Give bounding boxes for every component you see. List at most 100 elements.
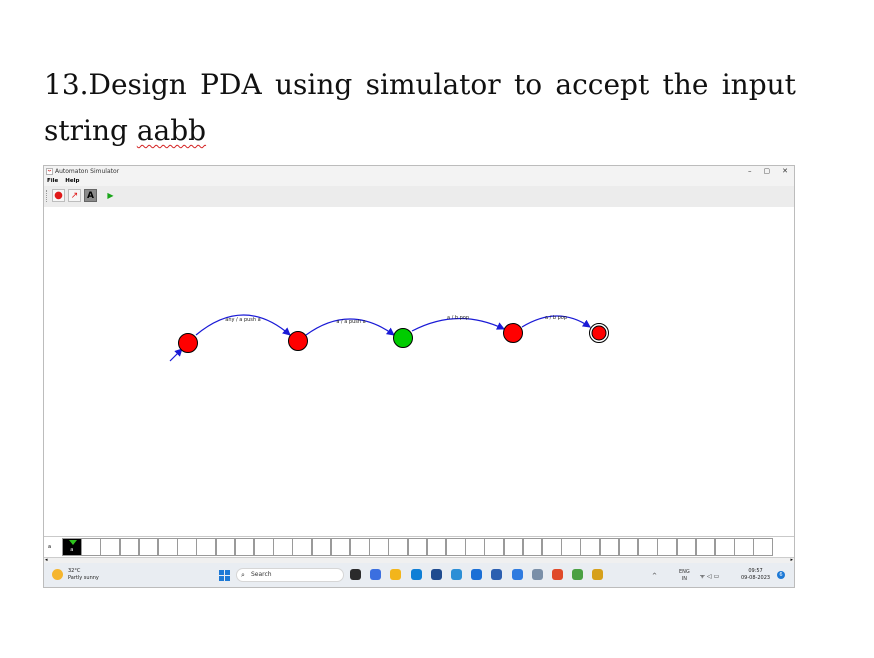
weather-icon[interactable] (52, 569, 63, 580)
state-tool-button[interactable]: ● (52, 189, 65, 202)
tape-cell[interactable] (734, 538, 754, 556)
text-tool-button[interactable]: A (84, 189, 97, 202)
tape-cell[interactable] (446, 538, 466, 556)
menu-file[interactable]: File (47, 178, 58, 184)
taskbar-app-icon[interactable] (491, 569, 503, 580)
taskbar-app-icon[interactable] (370, 569, 382, 580)
pinned-apps (350, 569, 604, 580)
tape-cell[interactable] (542, 538, 562, 556)
tape-cell[interactable] (388, 538, 409, 556)
tape-cell[interactable] (638, 538, 658, 556)
search-placeholder: Search (251, 571, 272, 578)
taskbar-app-icon[interactable] (350, 569, 361, 580)
taskbar-app-icon[interactable] (471, 569, 483, 580)
heading-line-1: 13.Design PDA using simulator to accept … (44, 62, 796, 108)
tape-cell[interactable] (292, 538, 313, 556)
tape-cell[interactable] (618, 538, 639, 556)
tape-cell[interactable] (138, 538, 159, 556)
tape-cell[interactable] (254, 538, 274, 556)
system-tray: ^ ENG IN ᯤ ◁ ▭ (652, 569, 719, 583)
tape-cell[interactable] (503, 538, 524, 556)
tape-cell[interactable] (465, 538, 485, 556)
minimize-button[interactable]: – (748, 166, 752, 177)
transition-tool-button[interactable]: ↗ (68, 189, 81, 202)
tape-cell[interactable] (753, 538, 773, 556)
heading-line-2: string aabb (44, 108, 796, 154)
clock-date: 09-08-2023 (741, 575, 771, 581)
transition-label-2[interactable]: a / b pop (447, 315, 469, 321)
tape-cell[interactable] (196, 538, 217, 556)
state-tool-icon: ● (54, 190, 63, 201)
input-tape: a a (44, 536, 794, 558)
start-button[interactable] (219, 570, 230, 581)
taskbar-app-icon[interactable] (390, 569, 402, 580)
tape-cell[interactable] (484, 538, 505, 556)
run-button[interactable]: ▶ (104, 189, 117, 202)
spellcheck-word: aabb (136, 114, 207, 147)
taskbar-app-icon[interactable] (531, 569, 543, 580)
network-volume-battery-icons[interactable]: ᯤ ◁ ▭ (700, 573, 720, 580)
tape-cell[interactable] (330, 538, 351, 556)
tape-cell[interactable] (561, 538, 581, 556)
transition-label-3[interactable]: a / b pop (545, 315, 567, 321)
heading-word: input (721, 68, 796, 101)
clock[interactable]: 09:57 09-08-2023 (741, 568, 770, 582)
tape-cell[interactable] (273, 538, 293, 556)
state-q4[interactable] (591, 325, 607, 341)
tape-cell[interactable] (311, 538, 332, 556)
tape-cell[interactable] (407, 538, 428, 556)
tape-cell[interactable] (426, 538, 447, 556)
taskbar-app-icon[interactable] (430, 569, 442, 580)
language-indicator[interactable]: ENG IN (679, 569, 690, 583)
tape-head-symbol: a (70, 547, 74, 553)
taskbar-app-icon[interactable] (410, 569, 422, 580)
taskbar-app-icon[interactable] (450, 569, 462, 580)
start-arrow (169, 348, 183, 362)
taskbar-app-icon[interactable] (511, 569, 523, 580)
close-button[interactable]: ✕ (782, 166, 788, 177)
tape-cells: a (62, 538, 773, 556)
tape-cell[interactable] (234, 538, 255, 556)
tape-cell[interactable] (522, 538, 543, 556)
tape-cell[interactable] (695, 538, 716, 556)
transition-tool-icon: ↗ (70, 190, 79, 201)
toolbar: ● ↗ A ▶ (44, 186, 794, 208)
tape-cell[interactable] (369, 538, 389, 556)
heading-word: the (662, 68, 709, 101)
taskbar-search[interactable]: ⌕ Search (236, 568, 344, 582)
tape-cell[interactable] (580, 538, 601, 556)
tape-cell[interactable] (676, 538, 697, 556)
automaton-canvas[interactable]: any / a push a a / a push a a / b pop a … (44, 207, 794, 534)
tape-cell[interactable] (599, 538, 620, 556)
toolbar-grip[interactable] (46, 190, 50, 202)
state-q0[interactable] (178, 333, 198, 353)
taskbar-app-icon[interactable] (592, 569, 604, 580)
state-q2[interactable] (393, 328, 413, 348)
menu-help[interactable]: Help (65, 178, 79, 184)
weather-widget[interactable]: 32°C Partly sunny (68, 568, 99, 582)
tape-cell[interactable] (350, 538, 370, 556)
tape-cell[interactable] (81, 538, 101, 556)
document-heading: 13.Design PDA using simulator to accept … (44, 62, 796, 154)
transition-label-0[interactable]: any / a push a (225, 317, 260, 323)
tape-head-cell[interactable]: a (62, 538, 82, 556)
tape-cell[interactable] (100, 538, 120, 556)
state-q1[interactable] (288, 331, 308, 351)
window-titlebar: Automaton Simulator – ▢ ✕ (44, 166, 794, 177)
maximize-button[interactable]: ▢ (764, 166, 771, 177)
transition-label-1[interactable]: a / a push a (336, 319, 365, 325)
taskbar-app-icon[interactable] (551, 569, 563, 580)
state-q3[interactable] (503, 323, 523, 343)
tape-cell[interactable] (177, 538, 197, 556)
tape-cell[interactable] (714, 538, 735, 556)
notification-badge[interactable]: 6 (777, 571, 785, 579)
screenshot-window: Automaton Simulator – ▢ ✕ File Help ● ↗ A… (43, 165, 795, 588)
tray-overflow-icon[interactable]: ^ (652, 573, 657, 580)
taskbar-app-icon[interactable] (572, 569, 584, 580)
automaton-diagram: any / a push a a / a push a a / b pop a … (169, 314, 609, 362)
tape-cell[interactable] (657, 538, 677, 556)
tape-cell[interactable] (158, 538, 178, 556)
tape-cell[interactable] (215, 538, 236, 556)
tape-cell[interactable] (119, 538, 140, 556)
lang-bottom: IN (681, 576, 687, 582)
